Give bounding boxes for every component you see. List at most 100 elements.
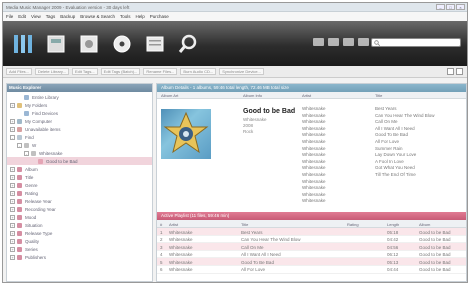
delete-library-button[interactable]: Delete Library...: [35, 68, 69, 75]
explorer-node[interactable]: + Release Year: [7, 197, 152, 205]
expand-toggle-icon[interactable]: +: [10, 254, 15, 260]
expand-toggle-icon[interactable]: +: [10, 238, 15, 244]
playlist-title-cell: Call On Me: [241, 244, 264, 250]
track-title-cell: Can You Hear The Wind Blow: [375, 112, 435, 118]
playlist-icon[interactable]: [141, 30, 168, 57]
expand-toggle-icon[interactable]: +: [10, 230, 15, 236]
library-view-icon[interactable]: [9, 30, 36, 57]
expand-toggle-icon[interactable]: +: [10, 246, 15, 252]
explorer-node[interactable]: + Release Type: [7, 229, 152, 237]
col-artist[interactable]: Artist: [169, 222, 178, 227]
col-album-info[interactable]: Album Info: [243, 93, 262, 98]
explorer-node[interactable]: + Genre: [7, 181, 152, 189]
col-rating[interactable]: Rating: [347, 222, 359, 227]
edit-tags-button[interactable]: Edit Tags...: [71, 68, 98, 75]
col-album[interactable]: Album: [419, 222, 430, 227]
col-number[interactable]: #: [160, 222, 162, 227]
close-button[interactable]: ×: [456, 4, 465, 10]
explorer-node[interactable]: + My Computer: [7, 117, 152, 125]
explorer-node[interactable]: + Rating: [7, 189, 152, 197]
explorer-node-label: Rating: [25, 190, 39, 196]
expand-toggle-icon[interactable]: +: [10, 174, 15, 180]
explorer-node[interactable]: Entire Library: [7, 93, 152, 101]
expand-toggle-icon[interactable]: +: [10, 206, 15, 212]
playlist-artist-cell: Whitesnake: [169, 252, 193, 258]
explorer-node[interactable]: + Unavailable items: [7, 125, 152, 133]
col-artist[interactable]: Artist: [302, 93, 311, 98]
col-title[interactable]: Title: [241, 222, 248, 227]
menu-help[interactable]: Help: [136, 14, 145, 19]
view-toggle-4[interactable]: [358, 38, 369, 46]
explorer-node[interactable]: - Find: [7, 133, 152, 141]
explorer-node[interactable]: + Series: [7, 245, 152, 253]
view-toggle-3[interactable]: [343, 38, 354, 46]
search-icon[interactable]: [174, 30, 201, 57]
view-toggle-1[interactable]: [313, 38, 324, 46]
menu-backup[interactable]: Backup: [60, 14, 75, 19]
expand-toggle-icon[interactable]: -: [17, 142, 22, 148]
explorer-node[interactable]: + Album: [7, 165, 152, 173]
tag-editor-icon[interactable]: [42, 30, 69, 57]
expand-toggle-icon[interactable]: +: [10, 198, 15, 204]
expand-toggle-icon[interactable]: +: [10, 166, 15, 172]
playlist-row[interactable]: 4 Whitesnake All I Want All I Need 06:12 Goo…: [157, 251, 466, 259]
explorer-node[interactable]: Good to be Bad: [7, 157, 152, 165]
maximize-button[interactable]: □: [446, 4, 455, 10]
playlist-columns: # Artist Title Rating Length Album: [157, 220, 466, 228]
expand-toggle-icon[interactable]: +: [10, 222, 15, 228]
sync-device-button[interactable]: Synchronize Device...: [219, 68, 264, 75]
cd-icon[interactable]: [108, 30, 135, 57]
expand-toggle-icon[interactable]: +: [10, 118, 15, 124]
expand-toggle-icon[interactable]: +: [10, 102, 15, 108]
explorer-node[interactable]: + Publishers: [7, 253, 152, 261]
node-icon: [17, 254, 22, 260]
explorer-node[interactable]: -W: [7, 141, 152, 149]
track-artist-cell: Whitesnake: [302, 191, 326, 197]
player-icon[interactable]: [75, 30, 102, 57]
playlist-row[interactable]: 1 Whitesnake Best Years 05:18 Good to be Bad: [157, 228, 466, 236]
explorer-node[interactable]: + Situation: [7, 221, 152, 229]
menu-tools[interactable]: Tools: [120, 14, 131, 19]
explorer-node[interactable]: + Recording Year: [7, 205, 152, 213]
node-icon: [17, 102, 22, 108]
playlist-row[interactable]: 5 Whitesnake Good To Be Bad 05:13 Good to be…: [157, 258, 466, 266]
explorer-node[interactable]: - Whitesnake: [7, 149, 152, 157]
expand-toggle-icon[interactable]: -: [24, 150, 29, 156]
col-album-art[interactable]: Album Art: [161, 93, 178, 98]
col-length[interactable]: Length: [387, 222, 399, 227]
col-title[interactable]: Title: [375, 93, 382, 98]
menu-file[interactable]: File: [6, 14, 13, 19]
layout-button-2[interactable]: [456, 68, 463, 75]
playlist-num-cell: 5: [160, 259, 163, 265]
expand-toggle-icon[interactable]: +: [10, 214, 15, 220]
minimize-button[interactable]: –: [436, 4, 445, 10]
add-files-button[interactable]: Add Files...: [6, 68, 33, 75]
rename-files-button[interactable]: Rename Files...: [143, 68, 178, 75]
burn-cd-button[interactable]: Burn Audio CD...: [180, 68, 217, 75]
playlist-row[interactable]: 6 Whitesnake All For Love 04:44 Good to be B…: [157, 266, 466, 274]
explorer-node-label: Mood: [25, 214, 37, 220]
track-artist-cell: Whitesnake: [302, 112, 326, 118]
explorer-node[interactable]: Find Devices: [7, 109, 152, 117]
playlist-row[interactable]: 2 Whitesnake Can You Hear The Wind Blow 04:…: [157, 236, 466, 244]
playlist-num-cell: 2: [160, 237, 163, 243]
menu-browse-search[interactable]: Browse & Search: [80, 14, 115, 19]
menu-view[interactable]: View: [31, 14, 41, 19]
menu-tags[interactable]: Tags: [46, 14, 56, 19]
edit-tags-batch-button[interactable]: Edit Tags (Batch)...: [100, 68, 141, 75]
track-artist-cell: Whitesnake: [302, 171, 326, 177]
expand-toggle-icon[interactable]: +: [10, 190, 15, 196]
view-toggle-2[interactable]: [328, 38, 339, 46]
menu-purchase[interactable]: Purchase: [150, 14, 169, 19]
explorer-node[interactable]: + Title: [7, 173, 152, 181]
explorer-node[interactable]: + Mood: [7, 213, 152, 221]
layout-button-1[interactable]: [447, 68, 454, 75]
explorer-node[interactable]: + Quality: [7, 237, 152, 245]
expand-toggle-icon[interactable]: -: [10, 134, 15, 140]
playlist-row[interactable]: 3 Whitesnake Call On Me 04:56 Good to be Bad: [157, 243, 466, 251]
search-input[interactable]: [371, 38, 461, 47]
expand-toggle-icon[interactable]: +: [10, 126, 15, 132]
expand-toggle-icon[interactable]: +: [10, 182, 15, 188]
menu-edit[interactable]: Edit: [18, 14, 26, 19]
explorer-node[interactable]: + My Folders: [7, 101, 152, 109]
